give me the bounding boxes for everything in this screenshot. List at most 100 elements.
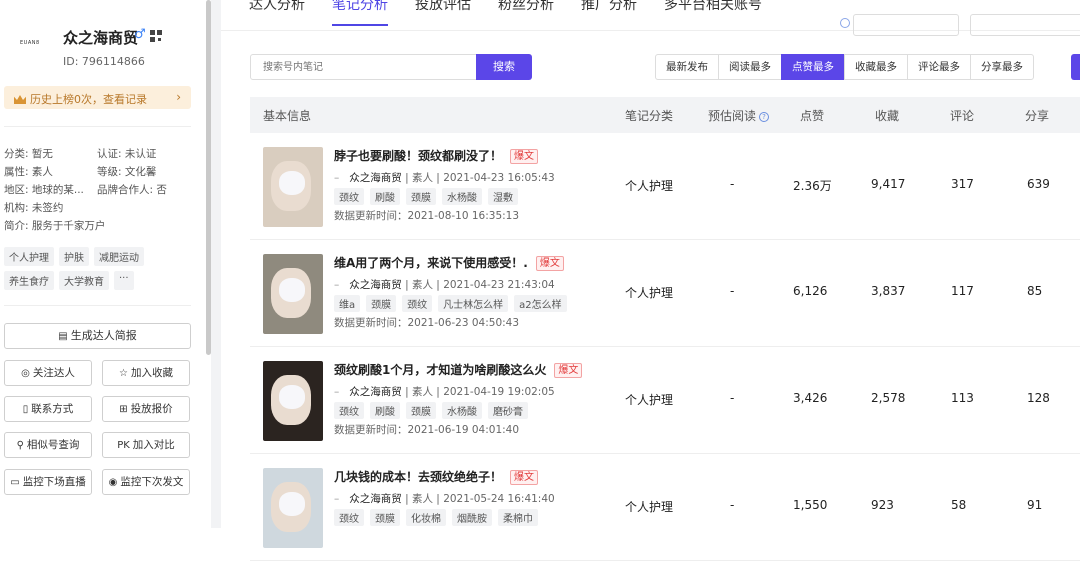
quote-button[interactable]: ⊞ 投放报价 bbox=[102, 396, 190, 422]
keyword-tag[interactable]: 颈纹 bbox=[334, 402, 364, 419]
favorite-button[interactable]: ☆ 加入收藏 bbox=[102, 360, 190, 386]
col-estimated-reads-label: 预估阅读 bbox=[708, 109, 757, 123]
keyword-tag[interactable]: 颈纹 bbox=[402, 295, 433, 312]
history-rank-text: 历史上榜0次，查看记录 bbox=[30, 93, 147, 106]
tab-placement-evaluation[interactable]: 投放评估 bbox=[415, 0, 471, 14]
note-row[interactable]: 几块钱的成本！去颈纹绝绝子！ 爆文 – 众之海商贸 | 素人 | 2021-05-24… bbox=[250, 454, 1080, 561]
note-comments: 317 bbox=[951, 177, 974, 191]
sort-most-read[interactable]: 阅读最多 bbox=[718, 54, 782, 80]
keyword-tag[interactable]: 刷酸 bbox=[370, 188, 400, 205]
keyword-tag[interactable]: 水杨酸 bbox=[442, 402, 482, 419]
keyword-tag[interactable]: 颈纹 bbox=[334, 509, 364, 526]
divider bbox=[4, 126, 191, 127]
note-comments: 117 bbox=[951, 284, 974, 298]
sort-latest[interactable]: 最新发布 bbox=[655, 54, 719, 80]
live-monitor-button[interactable]: ▭ 监控下场直播 bbox=[4, 469, 92, 495]
col-likes[interactable]: 点赞 bbox=[800, 107, 824, 124]
tab-creator-analysis[interactable]: 达人分析 bbox=[249, 0, 305, 14]
keyword-tag[interactable]: 水杨酸 bbox=[442, 188, 482, 205]
note-row[interactable]: 颈纹刷酸1个月，才知道为啥刷酸这么火 爆文 – 众之海商贸 | 素人 | 2021-0… bbox=[250, 347, 1080, 454]
note-title[interactable]: 几块钱的成本！去颈纹绝绝子！ 爆文 bbox=[334, 468, 539, 485]
note-row[interactable]: 脖子也要刷酸！颈纹都刷没了！ 爆文 – 众之海商贸 | 素人 | 2021-04-23… bbox=[250, 133, 1080, 240]
tab-multi-platform-accounts[interactable]: 多平台相关账号 bbox=[664, 0, 762, 14]
note-thumbnail[interactable] bbox=[263, 361, 323, 441]
note-category: 个人护理 bbox=[625, 500, 674, 514]
favorite-label: 加入收藏 bbox=[130, 367, 173, 379]
note-title[interactable]: 脖子也要刷酸！颈纹都刷没了！ 爆文 bbox=[334, 147, 539, 164]
account-logo: EUAN8 bbox=[20, 40, 40, 46]
note-author-attr: 素人 bbox=[411, 386, 433, 398]
info-attribute: 属性: 素人 bbox=[4, 166, 53, 178]
panel-gap bbox=[211, 0, 221, 528]
note-thumbnail[interactable] bbox=[263, 147, 323, 227]
keyword-tag[interactable]: 磨砂膏 bbox=[488, 402, 528, 419]
contact-button[interactable]: ▯ 联系方式 bbox=[4, 396, 92, 422]
export-button[interactable] bbox=[1071, 54, 1080, 80]
keyword-tag[interactable]: 烟酰胺 bbox=[452, 509, 492, 526]
note-author: 众之海商贸 bbox=[349, 493, 402, 505]
filter-select[interactable] bbox=[853, 14, 959, 36]
note-row[interactable]: 维A用了两个月，来说下使用感受！. 爆文 – 众之海商贸 | 素人 | 2021-04… bbox=[250, 240, 1080, 347]
profile-tags-row: 养生食疗 大学教育 ··· bbox=[4, 271, 134, 290]
help-icon[interactable]: ? bbox=[759, 112, 770, 122]
viral-badge: 爆文 bbox=[510, 149, 539, 164]
note-title[interactable]: 维A用了两个月，来说下使用感受！. 爆文 bbox=[334, 254, 564, 271]
qr-code-icon[interactable] bbox=[150, 30, 162, 42]
note-shares: 85 bbox=[1027, 284, 1043, 298]
keyword-tag[interactable]: 凡士林怎么样 bbox=[438, 295, 509, 312]
author-marker: – bbox=[334, 172, 340, 184]
keyword-tag[interactable]: 湿敷 bbox=[488, 188, 518, 205]
note-likes: 2.36万 bbox=[793, 179, 832, 193]
note-likes: 1,550 bbox=[793, 498, 828, 512]
sort-most-shared[interactable]: 分享最多 bbox=[970, 54, 1034, 80]
keyword-tag[interactable]: 颈膜 bbox=[366, 295, 397, 312]
follow-button[interactable]: ◎ 关注达人 bbox=[4, 360, 92, 386]
keyword-tag[interactable]: 化妆棉 bbox=[406, 509, 446, 526]
keyword-tag[interactable]: 颈膜 bbox=[406, 402, 436, 419]
tab-promotion-analysis[interactable]: 推广分析 bbox=[581, 0, 637, 14]
note-thumbnail[interactable] bbox=[263, 468, 323, 548]
compare-button[interactable]: PK 加入对比 bbox=[102, 432, 190, 458]
sort-most-collected[interactable]: 收藏最多 bbox=[844, 54, 908, 80]
sort-most-liked[interactable]: 点赞最多 bbox=[781, 54, 845, 80]
note-meta: – 众之海商贸 | 素人 | 2021-05-24 16:41:40 bbox=[334, 493, 555, 505]
more-tags-button[interactable]: ··· bbox=[114, 271, 134, 290]
note-thumbnail[interactable] bbox=[263, 254, 323, 334]
contact-label: 联系方式 bbox=[31, 403, 74, 415]
note-comments: 58 bbox=[951, 498, 967, 512]
tab-note-analysis[interactable]: 笔记分析 bbox=[332, 0, 388, 26]
col-comments[interactable]: 评论 bbox=[950, 107, 974, 124]
keyword-tag[interactable]: a2怎么样 bbox=[514, 295, 567, 312]
filter-select[interactable] bbox=[970, 14, 1080, 36]
note-title-text: 脖子也要刷酸！颈纹都刷没了！ bbox=[334, 149, 503, 163]
note-category: 个人护理 bbox=[625, 393, 674, 407]
similar-search-button[interactable]: ⚲ 相似号查询 bbox=[4, 432, 92, 458]
search-button[interactable]: 搜索 bbox=[476, 54, 532, 80]
tab-fan-analysis[interactable]: 粉丝分析 bbox=[498, 0, 554, 14]
col-collects[interactable]: 收藏 bbox=[875, 107, 899, 124]
post-monitor-button[interactable]: ◉ 监控下次发文 bbox=[102, 469, 190, 495]
history-rank-banner[interactable]: 历史上榜0次，查看记录 › bbox=[4, 86, 191, 109]
keyword-tag[interactable]: 刷酸 bbox=[370, 402, 400, 419]
note-search-input[interactable] bbox=[250, 54, 477, 80]
sort-toggle-group: 最新发布 阅读最多 点赞最多 收藏最多 评论最多 分享最多 bbox=[655, 54, 1034, 80]
keyword-tag[interactable]: 维a bbox=[334, 295, 361, 312]
generate-report-button[interactable]: ▤ 生成达人简报 bbox=[4, 323, 191, 349]
quote-label: 投放报价 bbox=[130, 403, 173, 415]
keyword-tag[interactable]: 颈膜 bbox=[370, 509, 400, 526]
keyword-tag[interactable]: 颈膜 bbox=[406, 188, 436, 205]
phone-icon: ▯ bbox=[22, 404, 29, 415]
viral-badge: 爆文 bbox=[535, 256, 564, 271]
keyword-tag[interactable]: 柔棉巾 bbox=[498, 509, 538, 526]
note-title[interactable]: 颈纹刷酸1个月，才知道为啥刷酸这么火 爆文 bbox=[334, 361, 583, 378]
live-monitor-label: 监控下场直播 bbox=[22, 476, 86, 488]
keyword-tag[interactable]: 颈纹 bbox=[334, 188, 364, 205]
profile-tag: 护肤 bbox=[59, 247, 89, 266]
sort-most-commented[interactable]: 评论最多 bbox=[907, 54, 971, 80]
note-reads: - bbox=[730, 498, 735, 512]
help-icon[interactable] bbox=[840, 18, 850, 28]
star-icon: ☆ bbox=[119, 368, 128, 379]
note-reads: - bbox=[730, 391, 735, 405]
col-shares[interactable]: 分享 bbox=[1025, 107, 1049, 124]
note-author: 众之海商贸 bbox=[349, 279, 402, 291]
